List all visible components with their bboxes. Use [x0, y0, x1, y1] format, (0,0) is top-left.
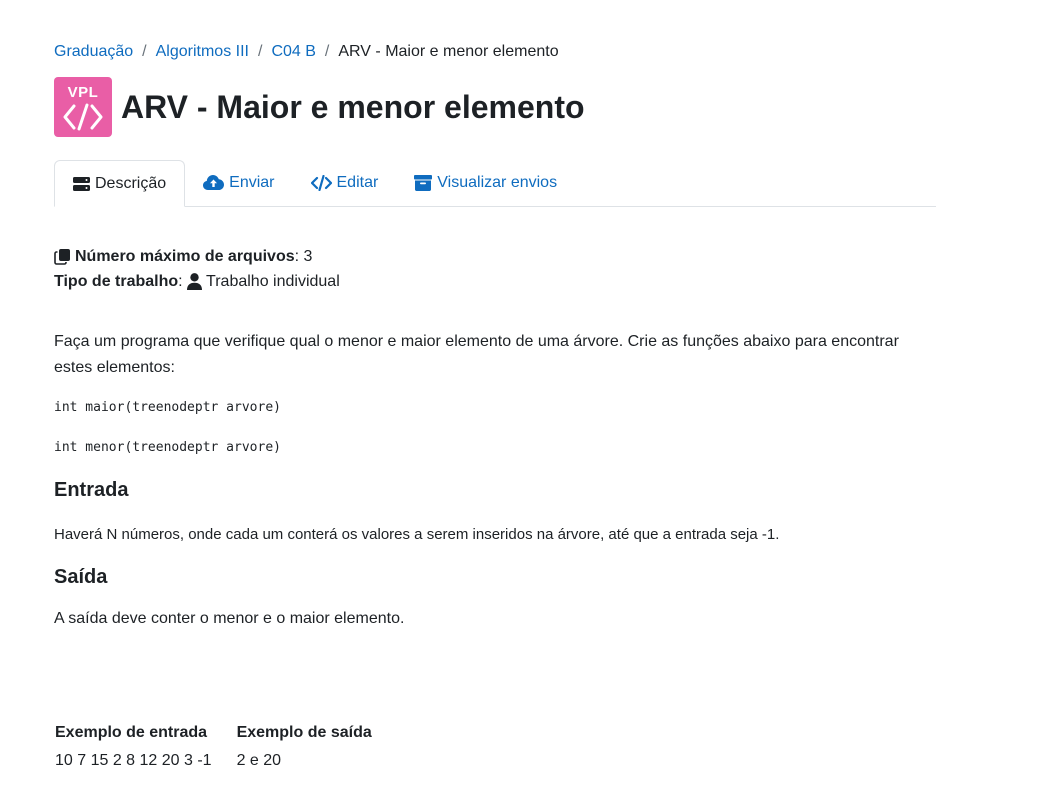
table-header: Exemplo de entrada — [55, 724, 208, 741]
archive-icon — [414, 174, 433, 191]
code-line: int maior(treenodeptr arvore) — [54, 400, 281, 415]
code-line: int menor(treenodeptr arvore) — [54, 440, 281, 455]
table-cell: 10 7 15 2 8 12 20 3 -1 — [55, 752, 212, 769]
breadcrumb-separator: / — [257, 43, 263, 60]
label-colon: : — [294, 248, 304, 265]
work-type-label: Tipo de trabalho — [54, 273, 179, 290]
code-icon — [310, 174, 332, 191]
tab-descricao[interactable]: Descrição — [54, 160, 186, 207]
max-files-label: Número máximo de arquivos — [75, 248, 295, 265]
tab-visualizar-envios[interactable]: Visualizar envios — [396, 160, 575, 205]
vpl-logo-icon: VPL — [54, 77, 112, 137]
label-colon: : — [178, 273, 188, 290]
work-type-row: Tipo de trabalho : Trabalho individual — [54, 269, 340, 294]
tab-label: Editar — [336, 173, 379, 191]
page-header: VPL ARV - Maior e menor elemento — [54, 77, 585, 137]
code-brackets-icon — [63, 103, 103, 130]
tab-label: Enviar — [229, 173, 275, 191]
tab-label: Visualizar envios — [437, 173, 558, 191]
breadcrumb-current: ARV - Maior e menor elemento — [338, 43, 559, 60]
breadcrumb: Graduação / Algoritmos III / C04 B / ARV… — [54, 43, 559, 61]
breadcrumb-link-c04b[interactable]: C04 B — [271, 43, 315, 61]
output-text: A saída deve conter o menor e o maior el… — [54, 610, 405, 627]
table-header: Exemplo de saída — [236, 724, 372, 741]
input-text: Haverá N números, onde cada um conterá o… — [54, 526, 780, 543]
breadcrumb-link-graduacao[interactable]: Graduação — [54, 43, 133, 61]
tab-label: Descrição — [95, 174, 167, 192]
tab-editar[interactable]: Editar — [293, 160, 397, 205]
tab-bar: Descrição Enviar Editar Visualizar envio… — [54, 160, 936, 207]
breadcrumb-link-algoritmos[interactable]: Algoritmos III — [156, 43, 249, 61]
output-heading: Saída — [54, 566, 108, 588]
table-row: 10 7 15 2 8 12 20 3 -1 2 e 20 — [54, 748, 396, 774]
max-files-row: Número máximo de arquivos : 3 — [54, 244, 340, 269]
breadcrumb-separator: / — [142, 43, 147, 60]
copy-icon — [54, 249, 70, 265]
cloud-upload-icon — [203, 175, 225, 190]
table-cell: 2 e 20 — [236, 752, 282, 769]
max-files-value: 3 — [303, 248, 313, 265]
assignment-meta: Número máximo de arquivos : 3 Tipo de tr… — [54, 244, 340, 294]
table-header-row: Exemplo de entrada Exemplo de saída — [54, 722, 396, 748]
page: Graduação / Algoritmos III / C04 B / ARV… — [0, 0, 1055, 800]
tab-enviar[interactable]: Enviar — [185, 160, 292, 205]
description-intro: Faça um programa que verifique qual o me… — [54, 333, 899, 376]
user-icon — [187, 273, 203, 290]
breadcrumb-separator: / — [324, 43, 330, 60]
work-type-value: Trabalho individual — [206, 273, 340, 290]
vpl-logo-text: VPL — [67, 83, 99, 101]
page-title: ARV - Maior e menor elemento — [121, 88, 585, 125]
server-icon — [73, 176, 90, 191]
examples-table: Exemplo de entrada Exemplo de saída 10 7… — [54, 722, 396, 774]
input-heading: Entrada — [54, 479, 129, 501]
